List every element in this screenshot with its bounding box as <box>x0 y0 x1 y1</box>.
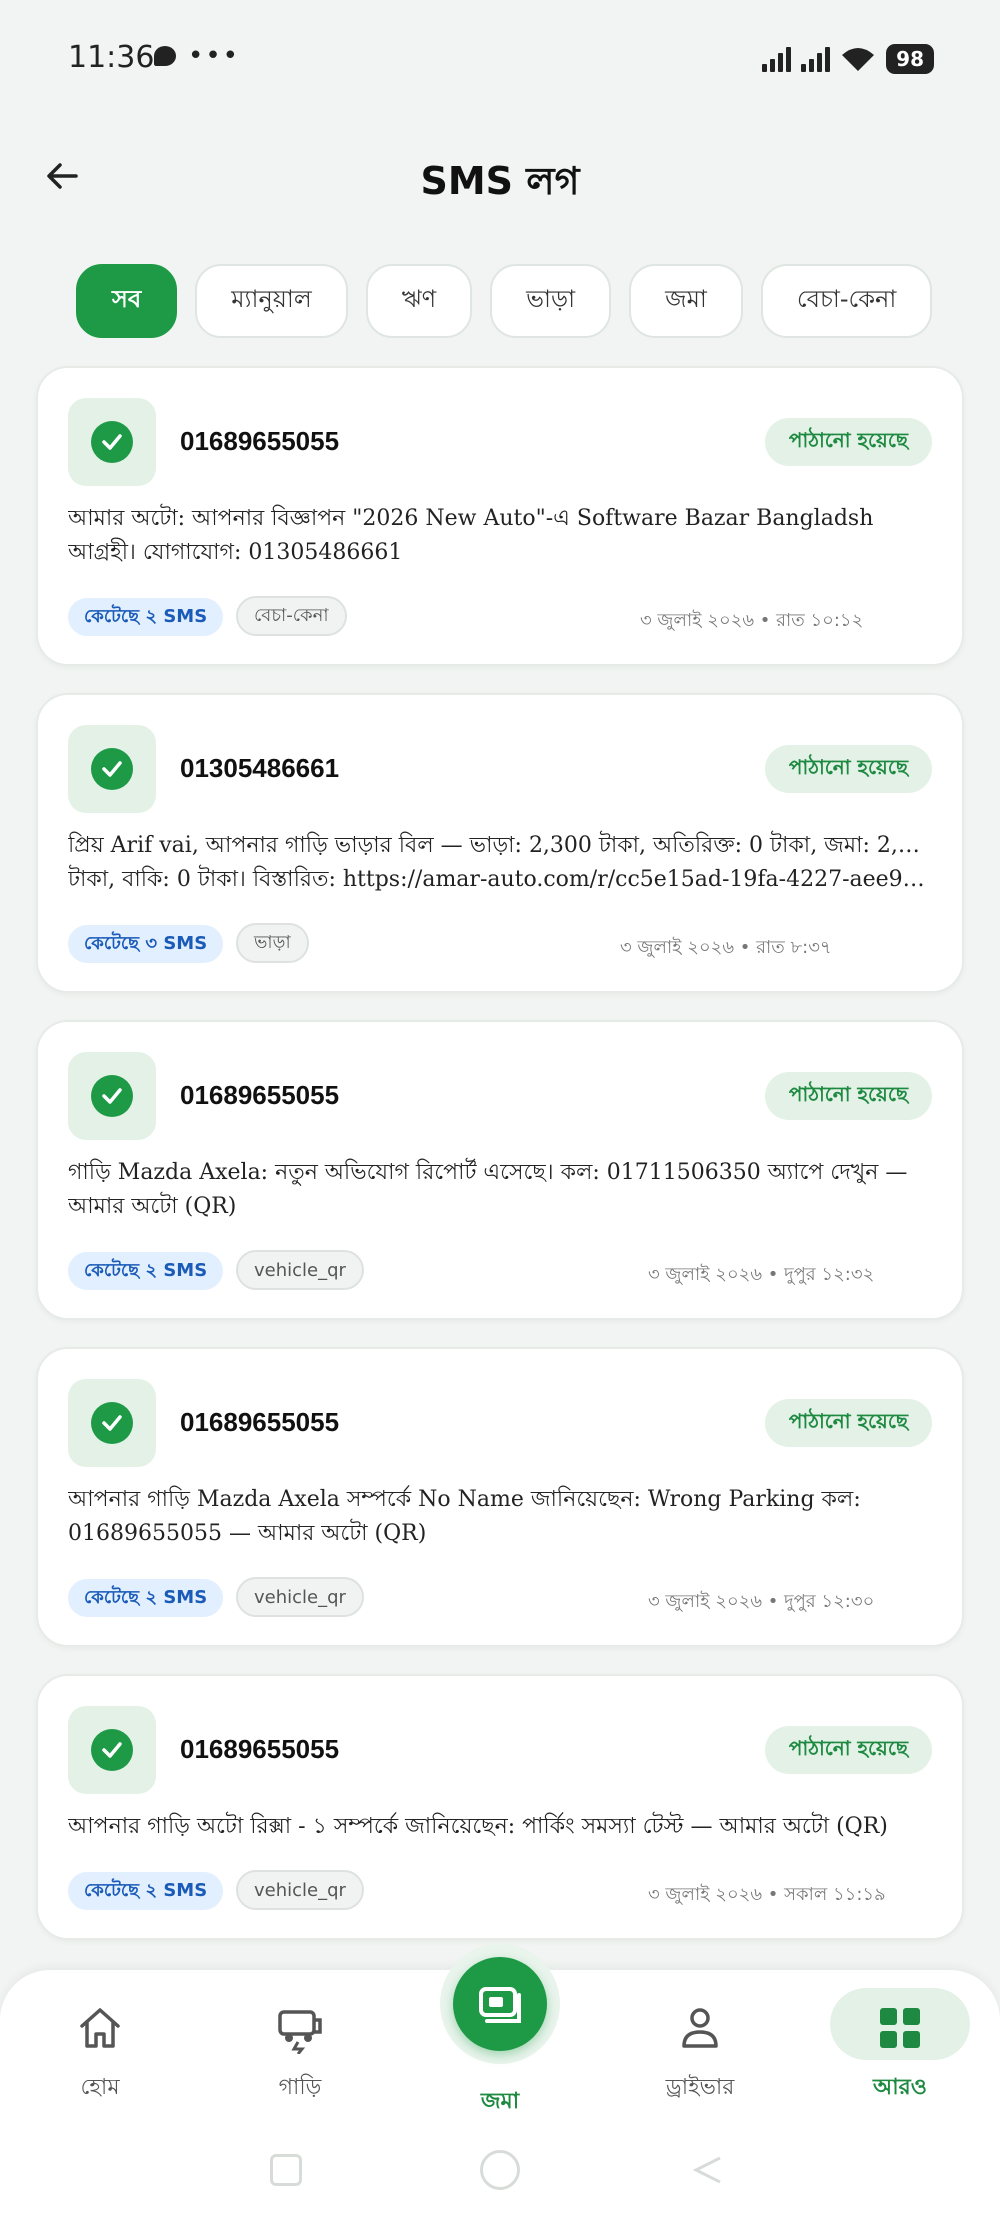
message-text-line-2: টাকা, বাকি: 0 টাকা। বিস্তারিত: https://a… <box>68 867 932 892</box>
status-badge: পাঠানো হয়েছে <box>764 1726 932 1774</box>
sms-log-card[interactable]: 01689655055 পাঠানো হয়েছে আপনার গাড়ি অট… <box>36 1674 964 1940</box>
sms-count-badge: কেটেছে ৩ SMS <box>68 925 224 963</box>
check-icon <box>102 1415 122 1431</box>
timestamp: ৩ জুলাই ২০২৬ • সকাল ১১:১৯ <box>648 1884 886 1905</box>
category-badge: vehicle_qr <box>236 1577 364 1617</box>
filter-chip-loan[interactable]: ঋণ <box>365 264 473 338</box>
nav-label-deposit[interactable]: জমা <box>430 2084 570 2121</box>
sms-log-card[interactable]: 01689655055 পাঠানো হয়েছে আমার অটো: আপনা… <box>36 366 964 666</box>
status-time: 11:36 <box>68 40 155 75</box>
status-check <box>68 1379 156 1467</box>
message-text: আপনার গাড়ি Mazda Axela সম্পর্কে No Name… <box>68 1487 861 1546</box>
sms-log-card[interactable]: 01689655055 পাঠানো হয়েছে আপনার গাড়ি Ma… <box>36 1347 964 1647</box>
sms-count-badge: কেটেছে ২ SMS <box>68 1252 224 1290</box>
system-navigation-bar <box>0 2140 1000 2200</box>
status-check <box>68 398 156 486</box>
filter-chip-deposit[interactable]: জমা <box>629 264 743 338</box>
nav-home[interactable]: হোম <box>30 1970 170 2110</box>
status-badge: পাঠানো হয়েছে <box>764 418 932 466</box>
sms-log-card[interactable]: 01689655055 পাঠানো হয়েছে গাড়ি Mazda Ax… <box>36 1020 964 1320</box>
filter-chips: সব ম্যানুয়াল ঋণ ভাড়া জমা বেচা-কেনা <box>76 264 933 338</box>
filter-chip-all[interactable]: সব <box>76 264 178 338</box>
filter-chip-rent[interactable]: ভাড়া <box>490 264 612 338</box>
status-badge: পাঠানো হয়েছে <box>764 745 932 793</box>
nav-label: গাড়ি <box>278 2075 322 2100</box>
message-text: আমার অটো: আপনার বিজ্ঞাপন "2026 New Auto"… <box>68 506 874 565</box>
filter-chip-buy-sell[interactable]: বেচা-কেনা <box>760 264 933 338</box>
message-text: গাড়ি Mazda Axela: নতুন অভিযোগ রিপোর্ট এ… <box>68 1160 908 1219</box>
chat-notification-icon <box>154 46 176 66</box>
sms-log-card[interactable]: 01305486661 পাঠানো হয়েছে প্রিয় Arif va… <box>36 693 964 993</box>
timestamp: ৩ জুলাই ২০২৬ • দুপুর ১২:৩২ <box>648 1264 875 1285</box>
check-icon <box>102 434 122 450</box>
status-check <box>68 1052 156 1140</box>
phone-number: 01305486661 <box>180 753 340 783</box>
status-bar: 11:36 ••• 98 <box>0 0 1000 120</box>
category-badge: বেচা-কেনা <box>236 596 347 636</box>
status-badge: পাঠানো হয়েছে <box>764 1399 932 1447</box>
category-badge: ভাড়া <box>236 923 309 963</box>
deposit-icon <box>479 1987 521 2023</box>
phone-number: 01689655055 <box>180 426 340 456</box>
page-header: SMS লগ <box>0 140 1000 220</box>
status-check <box>68 725 156 813</box>
timestamp: ৩ জুলাই ২০২৬ • দুপুর ১২:৩০ <box>648 1591 875 1612</box>
check-icon <box>102 1742 122 1758</box>
category-badge: vehicle_qr <box>236 1870 364 1910</box>
nav-label: আরও <box>873 2075 927 2100</box>
status-check <box>68 1706 156 1794</box>
sms-count-badge: কেটেছে ২ SMS <box>68 1872 224 1910</box>
phone-number: 01689655055 <box>180 1734 340 1764</box>
driver-icon <box>682 2008 718 2048</box>
nav-label: হোম <box>80 2075 120 2100</box>
phone-number: 01689655055 <box>180 1080 340 1110</box>
nav-driver[interactable]: ড্রাইভার <box>630 1970 770 2110</box>
vehicle-icon <box>278 2010 322 2054</box>
status-badge: পাঠানো হয়েছে <box>764 1072 932 1120</box>
nav-vehicle[interactable]: গাড়ি <box>230 1970 370 2110</box>
more-notifications-icon: ••• <box>188 41 241 71</box>
back-button-icon[interactable] <box>690 2152 726 2188</box>
sms-count-badge: কেটেছে ২ SMS <box>68 598 224 636</box>
page-title: SMS লগ <box>420 159 580 203</box>
battery-indicator: 98 <box>886 44 934 74</box>
filter-chip-manual[interactable]: ম্যানুয়াল <box>195 264 348 338</box>
message-text-line-1: প্রিয় Arif vai, আপনার গাড়ি ভাড়ার বিল … <box>68 833 932 858</box>
signal-icon-2 <box>801 46 831 72</box>
signal-icon <box>762 46 792 72</box>
message-text: আপনার গাড়ি অটো রিক্সা - ১ সম্পর্কে জানি… <box>68 1814 888 1839</box>
grid-icon <box>880 2008 920 2048</box>
category-badge: vehicle_qr <box>236 1250 364 1290</box>
check-icon <box>102 1088 122 1104</box>
sms-count-badge: কেটেছে ২ SMS <box>68 1579 224 1617</box>
wifi-icon <box>842 48 875 71</box>
check-icon <box>102 761 122 777</box>
home-icon <box>80 2008 120 2048</box>
timestamp: ৩ জুলাই ২০২৬ • রাত ১০:১২ <box>640 610 864 631</box>
nav-label: ড্রাইভার <box>665 2075 735 2100</box>
nav-more[interactable]: আরও <box>830 1970 970 2110</box>
recent-apps-button[interactable] <box>270 2154 302 2186</box>
phone-number: 01689655055 <box>180 1407 340 1437</box>
home-button[interactable] <box>480 2150 520 2190</box>
timestamp: ৩ জুলাই ২০২৬ • রাত ৮:৩৭ <box>620 937 832 958</box>
nav-deposit-fab[interactable] <box>440 1944 560 2064</box>
